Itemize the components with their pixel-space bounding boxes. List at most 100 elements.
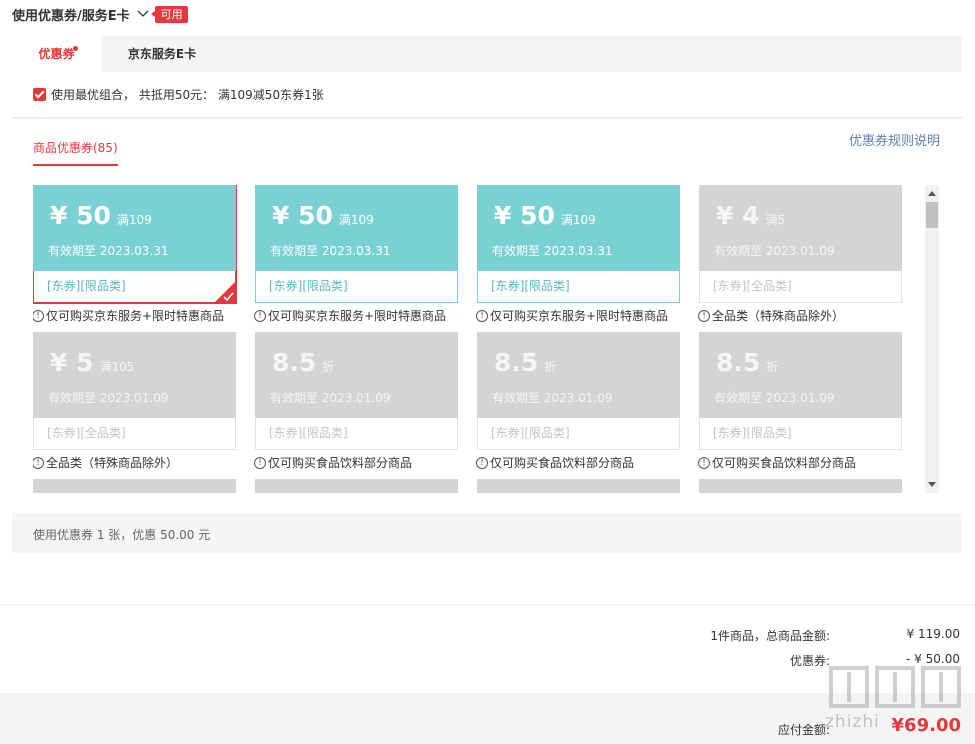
- payable-label: 应付金额:: [777, 723, 830, 737]
- coupon-face: ¥ 4 满5 有效期至 2023.01.09: [699, 185, 902, 271]
- info-icon: !: [476, 456, 488, 469]
- info-icon: !: [254, 309, 266, 322]
- scroll-thumb[interactable]: [926, 202, 938, 228]
- coupon-value: 8.5: [716, 348, 761, 377]
- coupon-description-text: 仅可购买京东服务+限时特惠商品: [490, 309, 669, 323]
- coupon-expiry: 有效期至 2023.03.31: [492, 244, 613, 258]
- coupon-condition: 折: [544, 360, 557, 374]
- items-total-row: 1件商品，总商品金额: ¥ 119.00: [580, 627, 960, 644]
- scroll-up-icon[interactable]: [928, 191, 936, 196]
- coupon-description-text: 全品类（特殊商品除外）: [712, 309, 845, 323]
- coupon-condition: 满5: [765, 213, 786, 227]
- coupon-face: ¥ 5 满105 有效期至 2023.01.09: [33, 332, 236, 418]
- coupon-face: ¥ 50 满109 有效期至 2023.03.31: [255, 185, 458, 271]
- best-combo-text: 使用最优组合， 共抵用50元： 满109减50东券1张: [51, 88, 324, 102]
- coupon-total-label: 优惠券:: [789, 654, 830, 668]
- coupon-expiry: 有效期至 2023.01.09: [714, 391, 835, 405]
- coupon-card-partial[interactable]: [33, 479, 236, 493]
- watermark-logo: [829, 666, 961, 708]
- coupon-value: 8.5: [272, 348, 317, 377]
- coupon-panel: 优惠券 京东服务E卡 使用最优组合， 共抵用50元： 满109减50东券1张 商…: [12, 36, 962, 553]
- coupon-condition: 满109: [338, 213, 374, 227]
- info-icon: !: [33, 456, 44, 469]
- coupon-condition: 满109: [560, 213, 596, 227]
- coupon-card[interactable]: 8.5 折 有效期至 2023.01.09 [东券][限品类] ! 仅可购买食品饮料…: [476, 332, 680, 470]
- coupon-description-text: 仅可购买食品饮料部分商品: [490, 456, 635, 470]
- coupon-scrollbar[interactable]: [925, 185, 939, 493]
- info-icon: !: [698, 309, 710, 322]
- coupon-tags: [东券][全品类]: [33, 418, 236, 450]
- coupon-value: 8.5: [494, 348, 539, 377]
- tab-coupons-label: 优惠券: [38, 47, 75, 61]
- notification-dot: [73, 46, 78, 51]
- coupon-description: ! 仅可购买食品饮料部分商品: [254, 454, 474, 471]
- coupon-description: ! 仅可购买食品饮料部分商品: [698, 454, 918, 471]
- coupon-amount: 8.5 折: [494, 348, 556, 377]
- coupon-card[interactable]: ¥ 50 满109 有效期至 2023.03.31 [东券][限品类] ! 仅可购买…: [476, 185, 680, 323]
- best-combo-checkbox[interactable]: [33, 88, 46, 101]
- coupon-card[interactable]: 8.5 折 有效期至 2023.01.09 [东券][限品类] ! 仅可购买食品饮料…: [254, 332, 458, 470]
- section-title: 使用优惠券/服务E卡: [12, 8, 130, 24]
- available-badge: 可用: [150, 5, 188, 23]
- info-icon: !: [254, 456, 266, 469]
- coupon-value: ¥ 5: [50, 348, 94, 377]
- chevron-down-icon[interactable]: [136, 7, 150, 21]
- coupon-card[interactable]: ¥ 5 满105 有效期至 2023.01.09 [东券][全品类] ! 全品类（特…: [33, 332, 236, 470]
- section-header[interactable]: 使用优惠券/服务E卡 可用: [12, 5, 188, 24]
- coupon-description-text: 仅可购买京东服务+限时特惠商品: [268, 309, 447, 323]
- coupon-usage-summary: 使用优惠券 1 张，优惠 50.00 元: [33, 528, 211, 542]
- coupon-card-partial[interactable]: [255, 479, 458, 493]
- coupon-tags: [东券][限品类]: [255, 418, 458, 450]
- coupon-card[interactable]: ¥ 4 满5 有效期至 2023.01.09 [东券][全品类] ! 全品类（特殊商…: [698, 185, 902, 323]
- coupon-tags: [东券][限品类]: [699, 418, 902, 450]
- tab-coupons[interactable]: 优惠券: [12, 36, 101, 72]
- items-total-value: ¥ 119.00: [906, 627, 960, 641]
- coupon-description-text: 仅可购买京东服务+限时特惠商品: [46, 309, 225, 323]
- coupon-expiry: 有效期至 2023.01.09: [492, 391, 613, 405]
- tab-service-ecard-label: 京东服务E卡: [127, 47, 197, 61]
- scroll-down-icon[interactable]: [928, 482, 936, 487]
- coupon-expiry: 有效期至 2023.03.31: [48, 244, 169, 258]
- watermark: zhizhi: [825, 662, 965, 744]
- coupon-card[interactable]: ¥ 50 满109 有效期至 2023.03.31 [东券][限品类] ! 仅可购买…: [33, 185, 237, 323]
- coupon-card[interactable]: 8.5 折 有效期至 2023.01.09 [东券][限品类] ! 仅可购买食品饮料…: [698, 332, 902, 470]
- coupon-expiry: 有效期至 2023.01.09: [714, 244, 835, 258]
- coupon-tags: [东券][限品类]: [477, 418, 680, 450]
- coupon-rules-link[interactable]: 优惠券规则说明: [849, 130, 940, 149]
- coupon-card[interactable]: ¥ 50 满109 有效期至 2023.03.31 [东券][限品类] ! 仅可购买…: [254, 185, 458, 323]
- best-combo-row: 使用最优组合， 共抵用50元： 满109减50东券1张: [12, 72, 962, 118]
- coupon-amount: ¥ 5 满105: [50, 348, 134, 377]
- coupon-amount: ¥ 50 满109: [494, 201, 596, 230]
- coupon-description: ! 全品类（特殊商品除外）: [33, 454, 252, 471]
- coupon-grid: ¥ 50 满109 有效期至 2023.03.31 [东券][限品类] ! 仅可购买…: [33, 185, 923, 493]
- coupon-expiry: 有效期至 2023.01.09: [48, 391, 169, 405]
- tab-service-ecard[interactable]: 京东服务E卡: [101, 36, 211, 72]
- coupon-card-partial[interactable]: [699, 479, 902, 493]
- coupon-tags: [东券][限品类]: [477, 271, 680, 303]
- tab-bar: 优惠券 京东服务E卡: [12, 36, 211, 72]
- coupon-face: ¥ 50 满109 有效期至 2023.03.31: [33, 185, 236, 271]
- coupon-face: 8.5 折 有效期至 2023.01.09: [255, 332, 458, 418]
- coupon-tags: [东券][全品类]: [699, 271, 902, 303]
- items-total-label: 1件商品，总商品金额:: [710, 629, 830, 643]
- coupon-amount: 8.5 折: [716, 348, 778, 377]
- coupon-tags: [东券][限品类]: [33, 271, 236, 303]
- coupon-value: ¥ 50: [494, 201, 555, 230]
- coupon-expiry: 有效期至 2023.01.09: [270, 391, 391, 405]
- coupon-face: ¥ 50 满109 有效期至 2023.03.31: [477, 185, 680, 271]
- tab-product-coupons[interactable]: 商品优惠券(85): [33, 139, 118, 166]
- info-icon: !: [33, 309, 44, 322]
- coupon-area: 商品优惠券(85) 优惠券规则说明 ¥ 50 满109 有效期至 2023.03.…: [12, 119, 962, 513]
- coupon-tags: [东券][限品类]: [255, 271, 458, 303]
- info-icon: !: [698, 456, 710, 469]
- coupon-condition: 满109: [116, 213, 152, 227]
- divider: [0, 604, 975, 605]
- coupon-card-partial[interactable]: [477, 479, 680, 493]
- coupon-amount: ¥ 4 满5: [716, 201, 785, 230]
- coupon-description: ! 仅可购买食品饮料部分商品: [476, 454, 696, 471]
- coupon-description-text: 仅可购买食品饮料部分商品: [268, 456, 413, 470]
- coupon-description: ! 全品类（特殊商品除外）: [698, 307, 918, 324]
- coupon-description-text: 仅可购买食品饮料部分商品: [712, 456, 857, 470]
- coupon-face: 8.5 折 有效期至 2023.01.09: [699, 332, 902, 418]
- selected-check-icon: [214, 281, 236, 303]
